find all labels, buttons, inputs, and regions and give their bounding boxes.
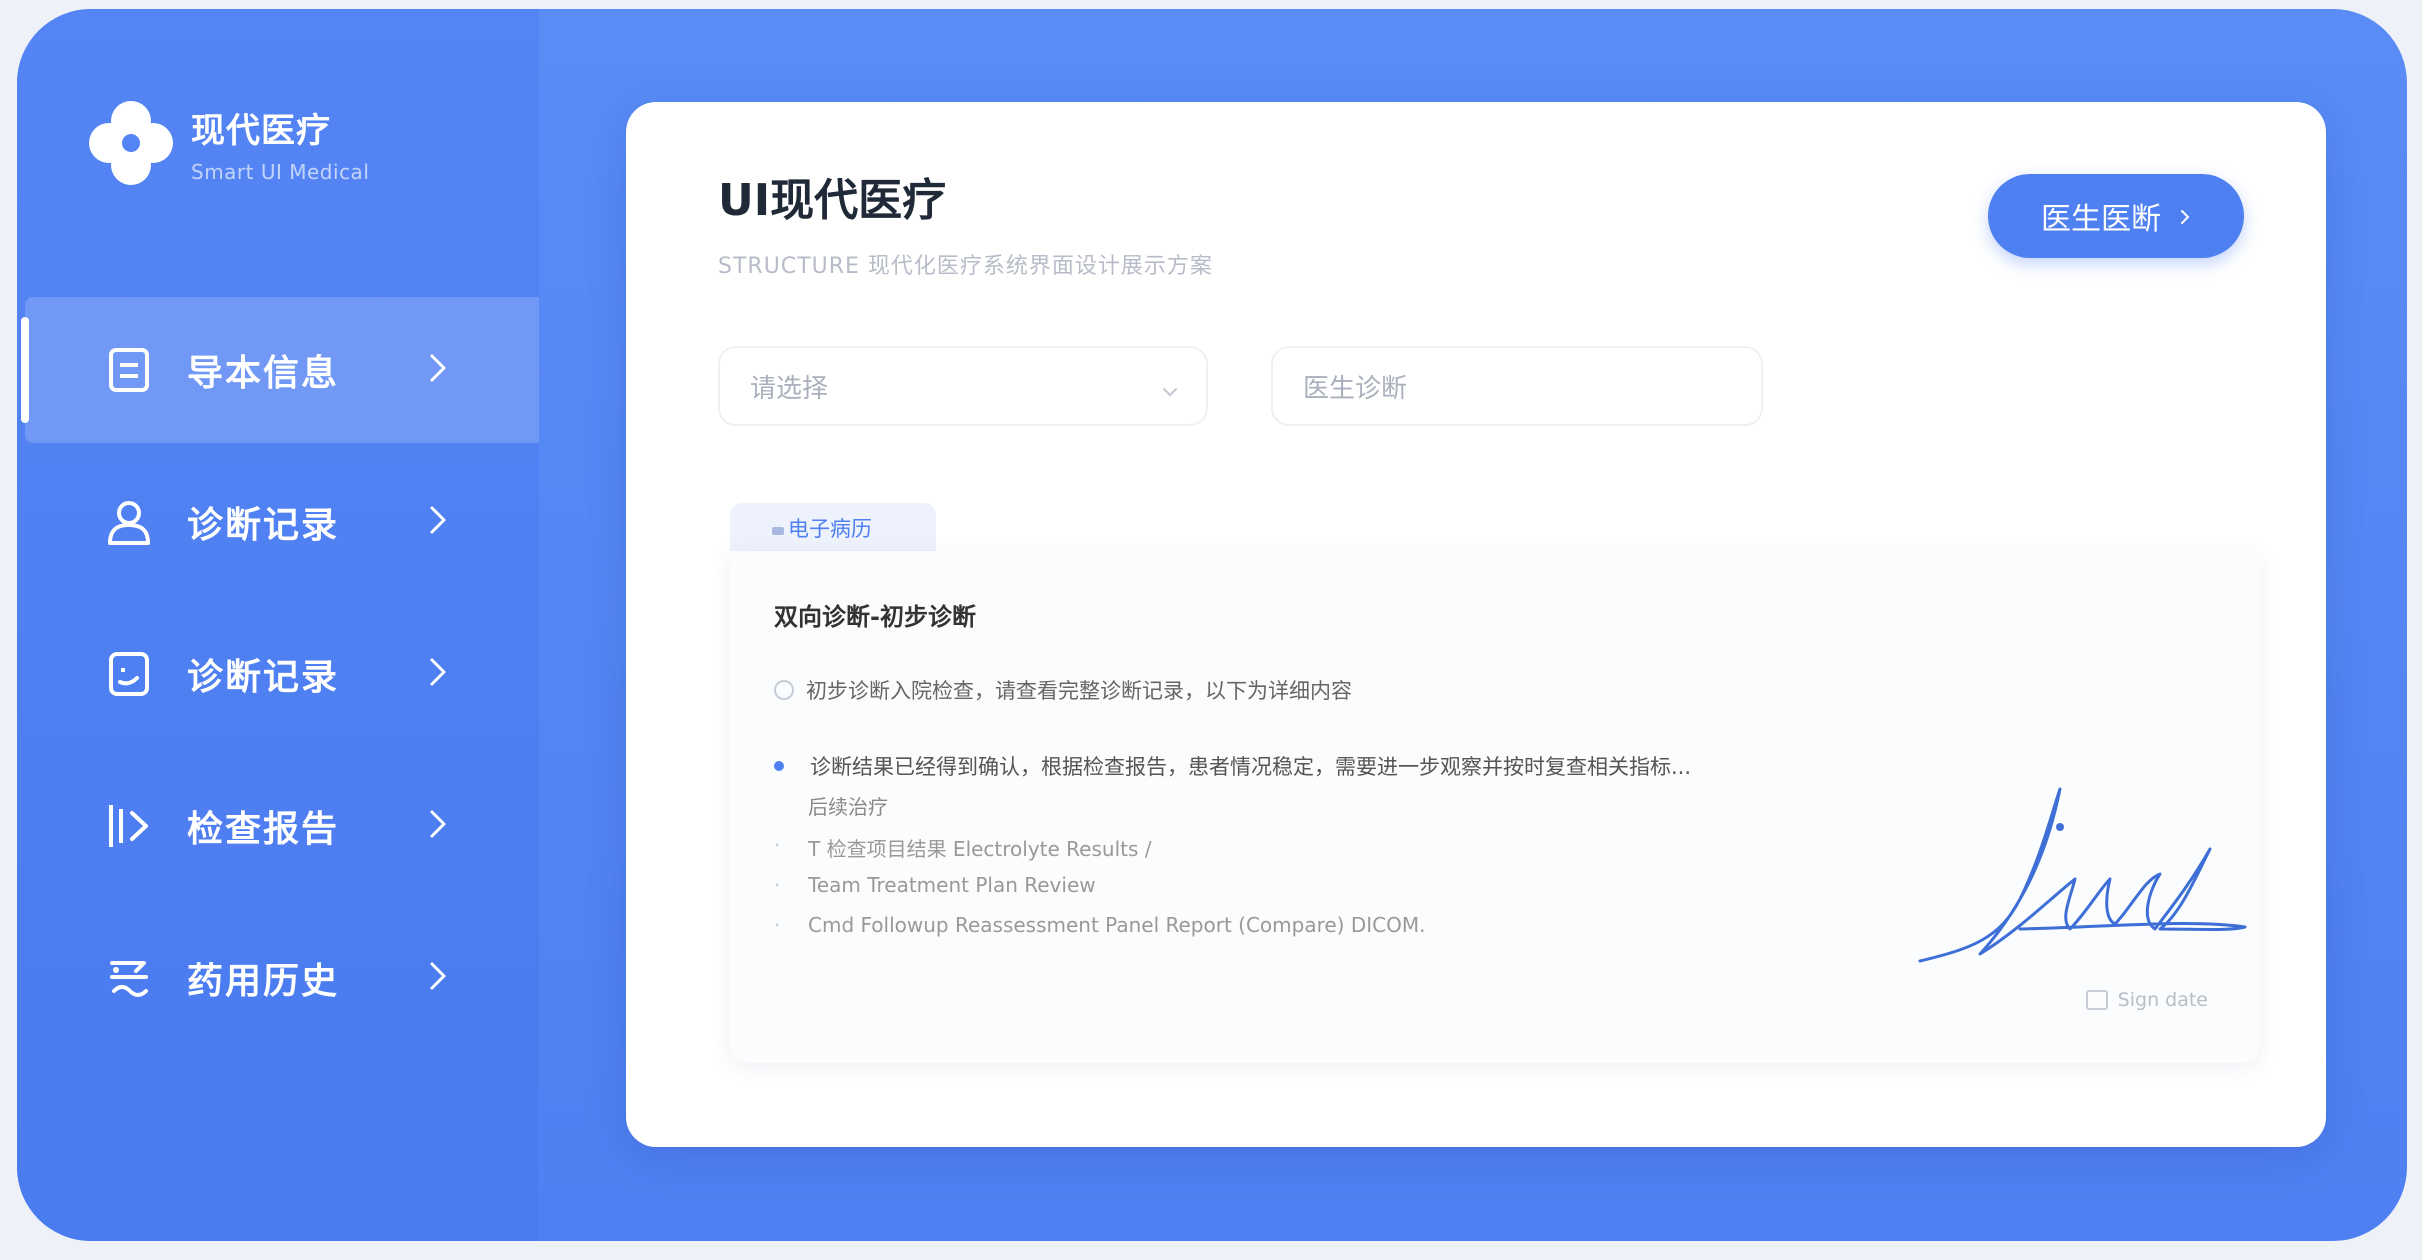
sidebar-item-medication-history[interactable]: 药用历史 — [25, 905, 539, 1051]
tab-label: 电子病历 — [788, 517, 872, 541]
brand: 现代医疗 Smart UI Medical — [89, 101, 369, 185]
bullet-dot-icon — [774, 761, 784, 771]
info-icon — [774, 680, 794, 700]
medical-record-panel: 双向诊断-初步诊断 初步诊断入院检查，请查看完整诊断记录，以下为详细内容 诊断结… — [730, 551, 2260, 1063]
sidebar: 现代医疗 Smart UI Medical 导本信息 诊断记录 诊断记录 检查报… — [17, 9, 539, 1241]
select-placeholder: 请选择 — [750, 373, 829, 404]
user-icon — [103, 496, 155, 548]
tab-medical-record[interactable]: 电子病历 — [730, 503, 936, 553]
sidebar-item-label: 检查报告 — [187, 809, 340, 850]
chevron-right-icon — [2179, 199, 2191, 234]
record-line: Cmd Followup Reassessment Panel Report (… — [808, 913, 1426, 937]
page-subtitle: STRUCTURE 现代化医疗系统界面设计展示方案 — [718, 254, 1213, 279]
record-bullet-subtext: 后续治疗 — [808, 795, 888, 819]
sidebar-item-label: 诊断记录 — [187, 505, 340, 546]
doctor-diagnosis-label: 医生医断 — [2041, 202, 2161, 237]
sidebar-item-label: 药用历史 — [187, 961, 340, 1002]
brand-name: 现代医疗 — [191, 110, 331, 151]
medical-cross-logo-icon — [89, 101, 173, 185]
brand-subtitle: Smart UI Medical — [191, 159, 370, 184]
sidebar-item-diagnosis-records-2[interactable]: 诊断记录 — [25, 601, 539, 747]
document-icon — [103, 344, 155, 396]
chevron-right-icon — [427, 807, 449, 845]
patient-card-icon — [103, 648, 155, 700]
doctor-diagnosis-button[interactable]: 医生医断 — [1988, 174, 2244, 258]
signature-icon — [2085, 990, 2108, 1010]
chevron-down-icon — [1160, 376, 1180, 406]
record-bullet-text: 诊断结果已经得到确认，根据检查报告，患者情况稳定，需要进一步观察并按时复查相关指… — [810, 755, 1692, 779]
main-card: UI现代医疗 STRUCTURE 现代化医疗系统界面设计展示方案 医生医断 请选… — [626, 102, 2326, 1147]
record-title: 双向诊断-初步诊断 — [774, 603, 976, 631]
report-icon — [103, 800, 155, 852]
sidebar-item-label: 诊断记录 — [187, 657, 340, 698]
record-note: 初步诊断入院检查，请查看完整诊断记录，以下为详细内容 — [806, 679, 1352, 703]
sidebar-item-diagnosis-records[interactable]: 诊断记录 — [25, 449, 539, 595]
chevron-right-icon — [427, 959, 449, 997]
select-dropdown[interactable]: 请选择 — [718, 346, 1208, 426]
sidebar-item-exam-reports[interactable]: 检查报告 — [25, 753, 539, 899]
chevron-right-icon — [427, 655, 449, 693]
sidebar-item-label: 导本信息 — [187, 353, 340, 394]
sidebar-nav: 导本信息 诊断记录 诊断记录 检查报告 药用历史 — [21, 297, 539, 1057]
record-line: Team Treatment Plan Review — [808, 873, 1096, 897]
handwritten-signature — [1910, 779, 2250, 983]
record-line: T 检查项目结果 Electrolyte Results / — [808, 837, 1152, 861]
page-title: UI现代医疗 — [718, 175, 947, 226]
sidebar-item-basic-info[interactable]: 导本信息 — [21, 297, 539, 443]
app-window: 现代医疗 Smart UI Medical 导本信息 诊断记录 诊断记录 检查报… — [17, 9, 2407, 1241]
diagnosis-input[interactable]: 医生诊断 — [1271, 346, 1763, 426]
record-tab-icon — [772, 527, 784, 535]
medicine-icon — [103, 952, 155, 1004]
signature-label: Sign date — [2117, 989, 2208, 1011]
chevron-right-icon — [427, 503, 449, 541]
chevron-right-icon — [427, 351, 449, 389]
diagnosis-placeholder: 医生诊断 — [1303, 373, 1408, 404]
